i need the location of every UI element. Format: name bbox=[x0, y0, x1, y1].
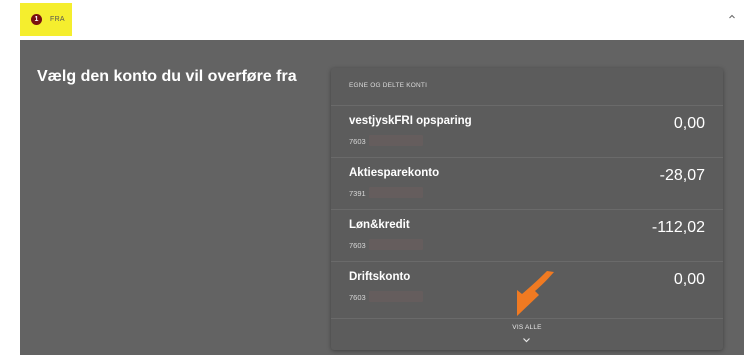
account-number: 7603 bbox=[349, 137, 366, 146]
account-number-redacted bbox=[369, 187, 423, 198]
step-chip: 1 FRA bbox=[20, 3, 72, 36]
account-row[interactable]: vestjyskFRI opsparing 7603 0,00 bbox=[331, 105, 723, 157]
arrow-annotation-icon bbox=[517, 271, 554, 316]
account-row[interactable]: Aktiesparekonto 7391 -28,07 bbox=[331, 157, 723, 209]
account-name: Aktiesparekonto bbox=[349, 167, 440, 179]
account-number-redacted bbox=[369, 239, 423, 250]
show-all-button[interactable]: VIS ALLE bbox=[331, 318, 723, 350]
account-name: vestjyskFRI opsparing bbox=[349, 115, 472, 127]
show-all-label: VIS ALLE bbox=[512, 324, 542, 331]
account-number: 7391 bbox=[349, 189, 366, 198]
account-number: 7603 bbox=[349, 241, 366, 250]
account-name: Driftskonto bbox=[349, 271, 411, 283]
account-balance: 0,00 bbox=[673, 271, 705, 288]
page-title: Vælg den konto du vil overføre fra bbox=[37, 68, 297, 85]
section-title: EGNE OG DELTE KONTI bbox=[349, 82, 428, 89]
account-balance: -28,07 bbox=[659, 167, 705, 184]
chevron-down-icon bbox=[523, 338, 530, 343]
account-number-redacted bbox=[369, 291, 423, 302]
step-label: FRA bbox=[50, 16, 65, 23]
account-number: 7603 bbox=[349, 293, 366, 302]
step-header[interactable]: 1 FRA bbox=[0, 0, 744, 40]
step-number-badge: 1 bbox=[31, 14, 42, 25]
account-name: Løn&kredit bbox=[349, 219, 410, 231]
account-number-redacted bbox=[369, 135, 423, 146]
account-balance: 0,00 bbox=[673, 115, 705, 132]
account-selection-overlay: Vælg den konto du vil overføre fra EGNE … bbox=[20, 40, 744, 355]
account-row[interactable]: Løn&kredit 7603 -112,02 bbox=[331, 209, 723, 261]
chevron-up-icon[interactable] bbox=[727, 12, 737, 22]
account-balance: -112,02 bbox=[651, 219, 705, 236]
